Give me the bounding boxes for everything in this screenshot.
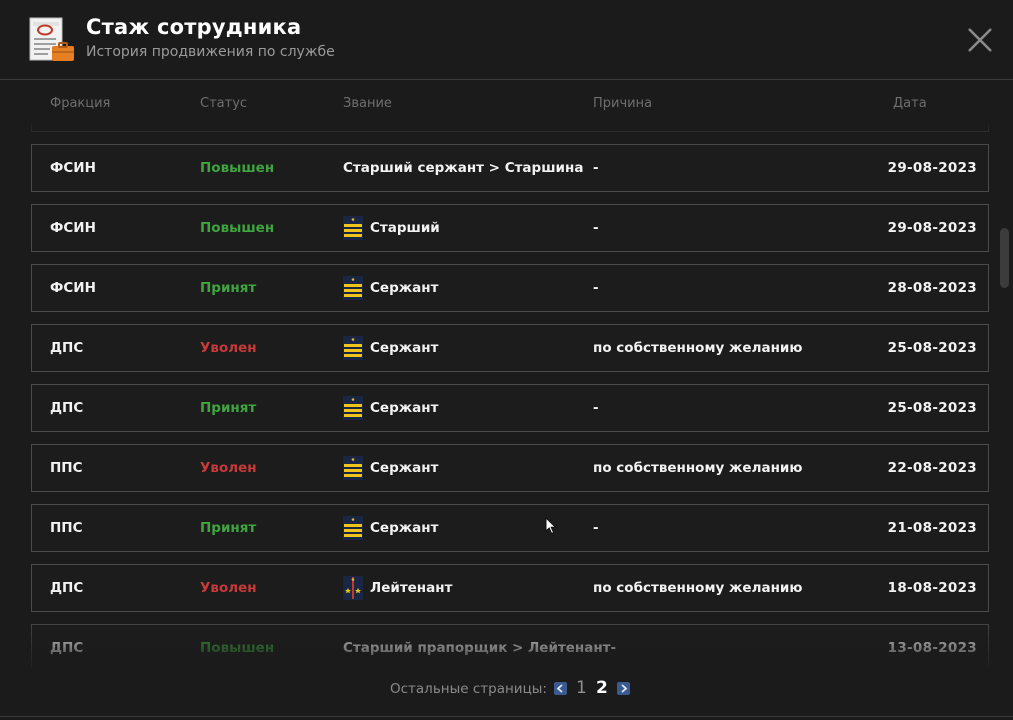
prev-page-icon[interactable] — [554, 682, 567, 695]
faction-cell: ФСИН — [50, 220, 96, 236]
faction-cell: ДПС — [50, 580, 84, 596]
lieutenant-stars-icon — [343, 576, 363, 600]
status-cell: Повышен — [200, 220, 275, 236]
reason-cell: - — [593, 220, 599, 236]
date-cell: 28-08-2023 — [887, 280, 977, 296]
date-cell: 29-08-2023 — [887, 160, 977, 176]
page-title: Стаж сотрудника — [86, 15, 302, 39]
sergeant-stripes-icon — [343, 336, 363, 360]
table-row[interactable]: ДПС Уволен Лейтенант по собственному желани… — [31, 564, 989, 612]
reason-cell: по собственному желанию — [593, 340, 803, 356]
rank-label: Сержант — [370, 520, 439, 536]
pagination-label: Остальные страницы: — [390, 681, 547, 697]
sergeant-stripes-icon — [343, 276, 363, 300]
date-cell: 21-08-2023 — [887, 520, 977, 536]
sergeant-stripes-icon — [343, 516, 363, 540]
rank-label: Сержант — [370, 340, 439, 356]
table-row[interactable]: ФСИН Повышен Старший - 29-08-2023 — [31, 204, 989, 252]
rank-label: Сержант — [370, 280, 439, 296]
status-cell: Принят — [200, 520, 257, 536]
rank-cell: Сержант — [343, 456, 438, 480]
date-cell: 29-08-2023 — [887, 220, 977, 236]
faction-cell: ДПС — [50, 340, 84, 356]
rank-label: Старший прапорщик > Лейтенант- — [343, 640, 617, 656]
pagination: Остальные страницы: 1 2 — [0, 678, 1013, 700]
faction-cell: ФСИН — [50, 280, 96, 296]
rank-cell: Старший — [343, 216, 440, 240]
date-cell: 18-08-2023 — [887, 580, 977, 596]
status-cell: Уволен — [200, 340, 257, 356]
reason-cell: - — [593, 280, 599, 296]
reason-cell: по собственному желанию — [593, 580, 803, 596]
table-row[interactable]: ППС Уволен Сержант по собственному желанию 2… — [31, 444, 989, 492]
rank-cell: Лейтенант — [343, 576, 452, 600]
column-header-date[interactable]: Дата — [893, 96, 927, 111]
mouse-cursor-icon — [545, 517, 557, 535]
bottom-divider — [0, 716, 1013, 717]
status-cell: Принят — [200, 280, 257, 296]
faction-cell: ППС — [50, 460, 83, 476]
history-list-content: ФСИН Повышен Старший сержант > Старшина -29… — [0, 122, 1013, 668]
next-page-icon[interactable] — [617, 682, 630, 695]
table-row[interactable]: ФСИН Принят Сержант - 28-08-2023 — [31, 264, 989, 312]
sergeant-stripes-icon — [343, 456, 363, 480]
rank-label: Сержант — [370, 400, 439, 416]
history-list[interactable]: ФСИН Повышен Старший сержант > Старшина -29… — [0, 122, 1013, 668]
reason-cell: - — [593, 400, 599, 416]
column-headers: Фракция Статус Звание Причина Дата — [0, 96, 1013, 116]
status-cell: Повышен — [200, 640, 275, 656]
table-row[interactable]: ДПС Принят Сержант - 25-08-2023 — [31, 384, 989, 432]
column-header-reason[interactable]: Причина — [593, 96, 652, 111]
faction-cell: ДПС — [50, 640, 84, 656]
window-header: Стаж сотрудника История продвижения по с… — [0, 0, 1013, 80]
sergeant-stripes-icon — [343, 396, 363, 420]
sergeant-stripes-icon — [343, 216, 363, 240]
table-row[interactable]: ДПС Повышен Старший прапорщик > Лейтенант-… — [31, 624, 989, 668]
column-header-rank[interactable]: Звание — [343, 96, 392, 111]
status-cell: Повышен — [200, 160, 275, 176]
rank-cell: Старший прапорщик > Лейтенант- — [343, 636, 616, 660]
rank-cell: Сержант — [343, 336, 438, 360]
rank-label: Лейтенант — [370, 580, 453, 596]
rank-cell: Сержант — [343, 276, 438, 300]
page-1-link[interactable]: 1 — [576, 678, 587, 698]
table-row[interactable]: ДПС Уволен Сержант по собственному желанию 2… — [31, 324, 989, 372]
date-cell: 25-08-2023 — [887, 340, 977, 356]
column-header-faction[interactable]: Фракция — [50, 96, 110, 111]
reason-cell: по собственному желанию — [593, 460, 803, 476]
status-cell: Уволен — [200, 460, 257, 476]
scrollbar-thumb[interactable] — [1000, 228, 1009, 288]
reason-cell: - — [593, 160, 599, 176]
close-icon[interactable] — [964, 24, 996, 56]
rank-label: Сержант — [370, 460, 439, 476]
rank-label: Старший — [370, 220, 440, 236]
status-cell: Уволен — [200, 580, 257, 596]
date-cell: 25-08-2023 — [887, 400, 977, 416]
table-row[interactable]: ППС Принят Сержант - 21-08-2023 — [31, 504, 989, 552]
rank-cell: Сержант — [343, 396, 438, 420]
table-row[interactable]: ФСИН Повышен Старший сержант > Старшина - 29… — [31, 144, 989, 192]
document-briefcase-icon — [29, 17, 74, 61]
table-row[interactable] — [31, 122, 989, 132]
column-header-status[interactable]: Статус — [200, 96, 247, 111]
faction-cell: ФСИН — [50, 160, 96, 176]
date-cell: 13-08-2023 — [887, 640, 977, 656]
faction-cell: ДПС — [50, 400, 84, 416]
faction-cell: ППС — [50, 520, 83, 536]
page-2-link[interactable]: 2 — [596, 678, 608, 698]
page-subtitle: История продвижения по службе — [86, 44, 335, 60]
rank-cell: Старший сержант > Старшина — [343, 156, 583, 180]
status-cell: Принят — [200, 400, 257, 416]
rank-label: Старший сержант > Старшина — [343, 160, 584, 176]
reason-cell: - — [593, 520, 599, 536]
rank-cell: Сержант — [343, 516, 438, 540]
date-cell: 22-08-2023 — [887, 460, 977, 476]
